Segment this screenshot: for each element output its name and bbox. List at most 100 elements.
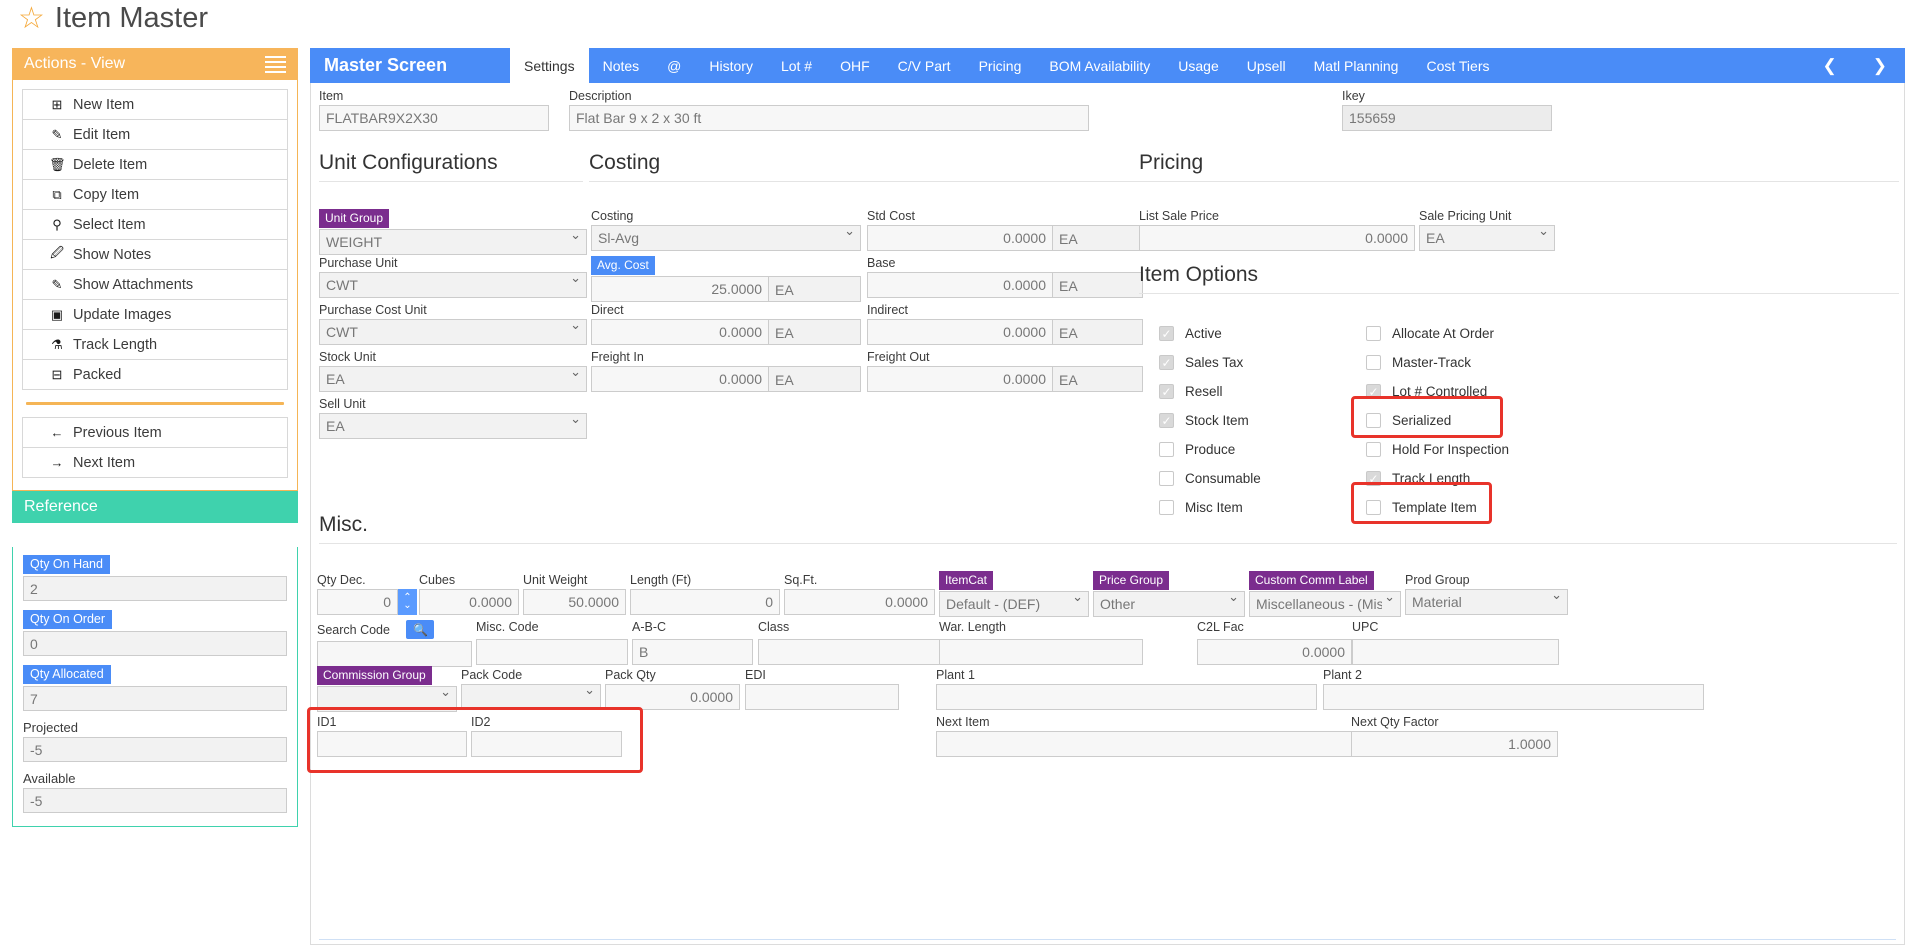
hamburger-icon[interactable] [265, 55, 286, 73]
option-sales-tax[interactable]: Sales Tax [1159, 348, 1359, 377]
action-delete-item[interactable]: 🗑 Delete Item [23, 150, 287, 180]
length-ft-input[interactable] [630, 589, 780, 615]
custom-comm-label-select[interactable] [1249, 591, 1401, 617]
action-edit-item[interactable]: ✎ Edit Item [23, 120, 287, 150]
action-next-item[interactable]: → Next Item [23, 448, 287, 478]
option-track-length[interactable]: Track Length [1366, 464, 1596, 493]
action-update-images[interactable]: ▣ Update Images [23, 300, 287, 330]
tab-usage[interactable]: Usage [1164, 48, 1232, 83]
action-track-length[interactable]: ⚗ Track Length [23, 330, 287, 360]
option-resell[interactable]: Resell [1159, 377, 1359, 406]
stock-unit-select[interactable] [319, 366, 587, 392]
tab-bom-availability[interactable]: BOM Availability [1035, 48, 1164, 83]
freight-in-input[interactable] [591, 366, 769, 392]
tabs-next-arrow-icon[interactable]: ❯ [1855, 48, 1905, 83]
indirect-input[interactable] [867, 319, 1053, 345]
freight-out-input[interactable] [867, 366, 1053, 392]
checkbox-icon[interactable] [1159, 355, 1174, 370]
option-serialized[interactable]: Serialized [1366, 406, 1596, 435]
tabs-prev-arrow-icon[interactable]: ❮ [1805, 48, 1855, 83]
commission-group-select[interactable] [317, 686, 457, 712]
qty-on-order-input[interactable] [23, 631, 287, 656]
option-consumable[interactable]: Consumable [1159, 464, 1359, 493]
checkbox-icon[interactable] [1159, 326, 1174, 341]
action-previous-item[interactable]: ← Previous Item [23, 418, 287, 448]
search-code-input[interactable] [317, 641, 472, 667]
checkbox-icon[interactable] [1159, 384, 1174, 399]
tab-mentions[interactable]: @ [653, 48, 695, 83]
qty-on-hand-input[interactable] [23, 576, 287, 601]
next-item-input[interactable] [936, 731, 1371, 757]
sell-unit-select[interactable] [319, 413, 587, 439]
tab-pricing[interactable]: Pricing [965, 48, 1036, 83]
prod-group-select[interactable] [1405, 589, 1568, 615]
item-input[interactable] [319, 105, 549, 131]
tab-ohf[interactable]: OHF [826, 48, 884, 83]
direct-input[interactable] [591, 319, 769, 345]
checkbox-icon[interactable] [1366, 355, 1381, 370]
std-cost-input[interactable] [867, 225, 1053, 251]
war-length-input[interactable] [939, 639, 1143, 665]
tab-matl-planning[interactable]: Matl Planning [1300, 48, 1413, 83]
purchase-unit-select[interactable] [319, 272, 587, 298]
base-input[interactable] [867, 272, 1053, 298]
misc-code-input[interactable] [476, 639, 628, 665]
abc-input[interactable] [632, 639, 753, 665]
option-stock-item[interactable]: Stock Item [1159, 406, 1359, 435]
star-icon[interactable]: ☆ [18, 3, 45, 34]
qty-allocated-input[interactable] [23, 686, 287, 711]
tab-cost-tiers[interactable]: Cost Tiers [1412, 48, 1503, 83]
option-master-track[interactable]: Master-Track [1366, 348, 1596, 377]
tab-history[interactable]: History [695, 48, 767, 83]
option-lot-number-controlled[interactable]: Lot # Controlled [1366, 377, 1596, 406]
magnifier-icon[interactable]: 🔍 [406, 620, 435, 639]
option-allocate-at-order[interactable]: Allocate At Order [1366, 319, 1596, 348]
sqft-input[interactable] [784, 589, 935, 615]
action-show-notes[interactable]: 🖉 Show Notes [23, 240, 287, 270]
checkbox-icon[interactable] [1366, 442, 1381, 457]
action-packed[interactable]: ⊟ Packed [23, 360, 287, 390]
option-produce[interactable]: Produce [1159, 435, 1359, 464]
action-new-item[interactable]: ⊞ New Item [23, 90, 287, 120]
costing-select[interactable] [591, 225, 861, 251]
tab-lot-number[interactable]: Lot # [767, 48, 826, 83]
unit-group-select[interactable] [319, 229, 587, 255]
checkbox-icon[interactable] [1366, 471, 1381, 486]
pack-qty-input[interactable] [605, 684, 740, 710]
list-sale-price-input[interactable] [1139, 225, 1415, 251]
tab-upsell[interactable]: Upsell [1233, 48, 1300, 83]
c2l-fac-input[interactable] [1197, 639, 1352, 665]
tab-settings[interactable]: Settings [510, 48, 589, 83]
tab-notes[interactable]: Notes [589, 48, 654, 83]
purchase-cost-unit-select[interactable] [319, 319, 587, 345]
checkbox-icon[interactable] [1159, 413, 1174, 428]
checkbox-icon[interactable] [1366, 413, 1381, 428]
edi-input[interactable] [745, 684, 899, 710]
avg-cost-input[interactable] [591, 276, 769, 302]
available-input[interactable] [23, 788, 287, 813]
checkbox-icon[interactable] [1159, 442, 1174, 457]
plant1-input[interactable] [936, 684, 1317, 710]
ikey-input[interactable] [1342, 105, 1552, 131]
checkbox-icon[interactable] [1366, 326, 1381, 341]
price-group-select[interactable] [1093, 591, 1245, 617]
cubes-input[interactable] [419, 589, 519, 615]
upc-input[interactable] [1352, 639, 1559, 665]
checkbox-icon[interactable] [1159, 471, 1174, 486]
description-input[interactable] [569, 105, 1089, 131]
tab-cv-part[interactable]: C/V Part [884, 48, 965, 83]
qty-dec-stepper[interactable]: ⌃ ⌄ [398, 589, 417, 615]
next-qty-factor-input[interactable] [1351, 731, 1558, 757]
pack-code-select[interactable] [461, 684, 601, 710]
plant2-input[interactable] [1323, 684, 1704, 710]
unit-weight-input[interactable] [523, 589, 626, 615]
option-active[interactable]: Active [1159, 319, 1359, 348]
action-select-item[interactable]: ⚲ Select Item [23, 210, 287, 240]
option-hold-for-inspection[interactable]: Hold For Inspection [1366, 435, 1596, 464]
action-copy-item[interactable]: ⧉ Copy Item [23, 180, 287, 210]
id1-input[interactable] [317, 731, 467, 757]
projected-input[interactable] [23, 737, 287, 762]
action-show-attachments[interactable]: ✎ Show Attachments [23, 270, 287, 300]
checkbox-icon[interactable] [1366, 384, 1381, 399]
itemcat-select[interactable] [939, 591, 1089, 617]
